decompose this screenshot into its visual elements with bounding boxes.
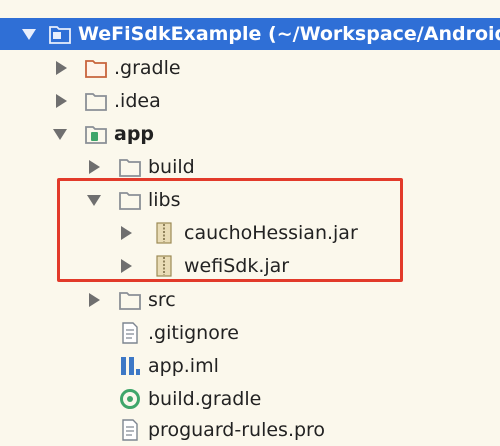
expand-arrow-icon[interactable]: [22, 29, 36, 40]
expand-arrow-icon[interactable]: [89, 160, 100, 174]
project-folder-icon: [49, 26, 71, 44]
folder-icon: [119, 292, 141, 310]
expand-arrow-icon[interactable]: [53, 129, 67, 140]
tree-row-label: build: [148, 156, 195, 178]
expand-arrow-icon[interactable]: [56, 94, 67, 108]
expand-arrow-icon[interactable]: [89, 293, 100, 307]
folder-icon: [85, 93, 107, 111]
tree-row-proguard-rules[interactable]: proguard-rules.pro: [0, 414, 500, 446]
project-tree: WeFiSdkExample (~/Workspace/Android/ .gr…: [0, 0, 500, 446]
tree-row-label: .gradle: [114, 57, 181, 79]
tree-row-label: proguard-rules.pro: [148, 419, 326, 441]
tree-row-app-iml[interactable]: app.iml: [0, 350, 500, 382]
tree-row-gitignore[interactable]: .gitignore: [0, 317, 500, 349]
tree-row-src-folder[interactable]: src: [0, 284, 500, 316]
iml-file-icon: [121, 357, 140, 375]
tree-row-label: .gitignore: [148, 322, 239, 344]
folder-icon: [85, 60, 107, 78]
tree-row-label: src: [148, 289, 176, 311]
tree-row-label: app: [114, 123, 155, 145]
folder-icon: [119, 159, 141, 177]
gradle-file-icon: [120, 389, 140, 409]
tree-row-label: app.iml: [148, 355, 219, 377]
tree-row-app-module[interactable]: app: [0, 118, 500, 150]
tree-row-label: .idea: [114, 90, 161, 112]
text-file-icon: [122, 419, 138, 441]
tree-row-root[interactable]: WeFiSdkExample (~/Workspace/Android/: [0, 18, 500, 50]
libs-highlight-box: [57, 178, 403, 282]
text-file-icon: [122, 322, 138, 344]
tree-row-idea-folder[interactable]: .idea: [0, 85, 500, 117]
tree-row-build-gradle[interactable]: build.gradle: [0, 383, 500, 415]
tree-row-label: build.gradle: [148, 388, 262, 410]
expand-arrow-icon[interactable]: [56, 61, 67, 75]
tree-row-gradle-folder[interactable]: .gradle: [0, 52, 500, 84]
module-folder-icon: [85, 126, 107, 144]
tree-row-label: WeFiSdkExample (~/Workspace/Android/: [78, 23, 500, 45]
